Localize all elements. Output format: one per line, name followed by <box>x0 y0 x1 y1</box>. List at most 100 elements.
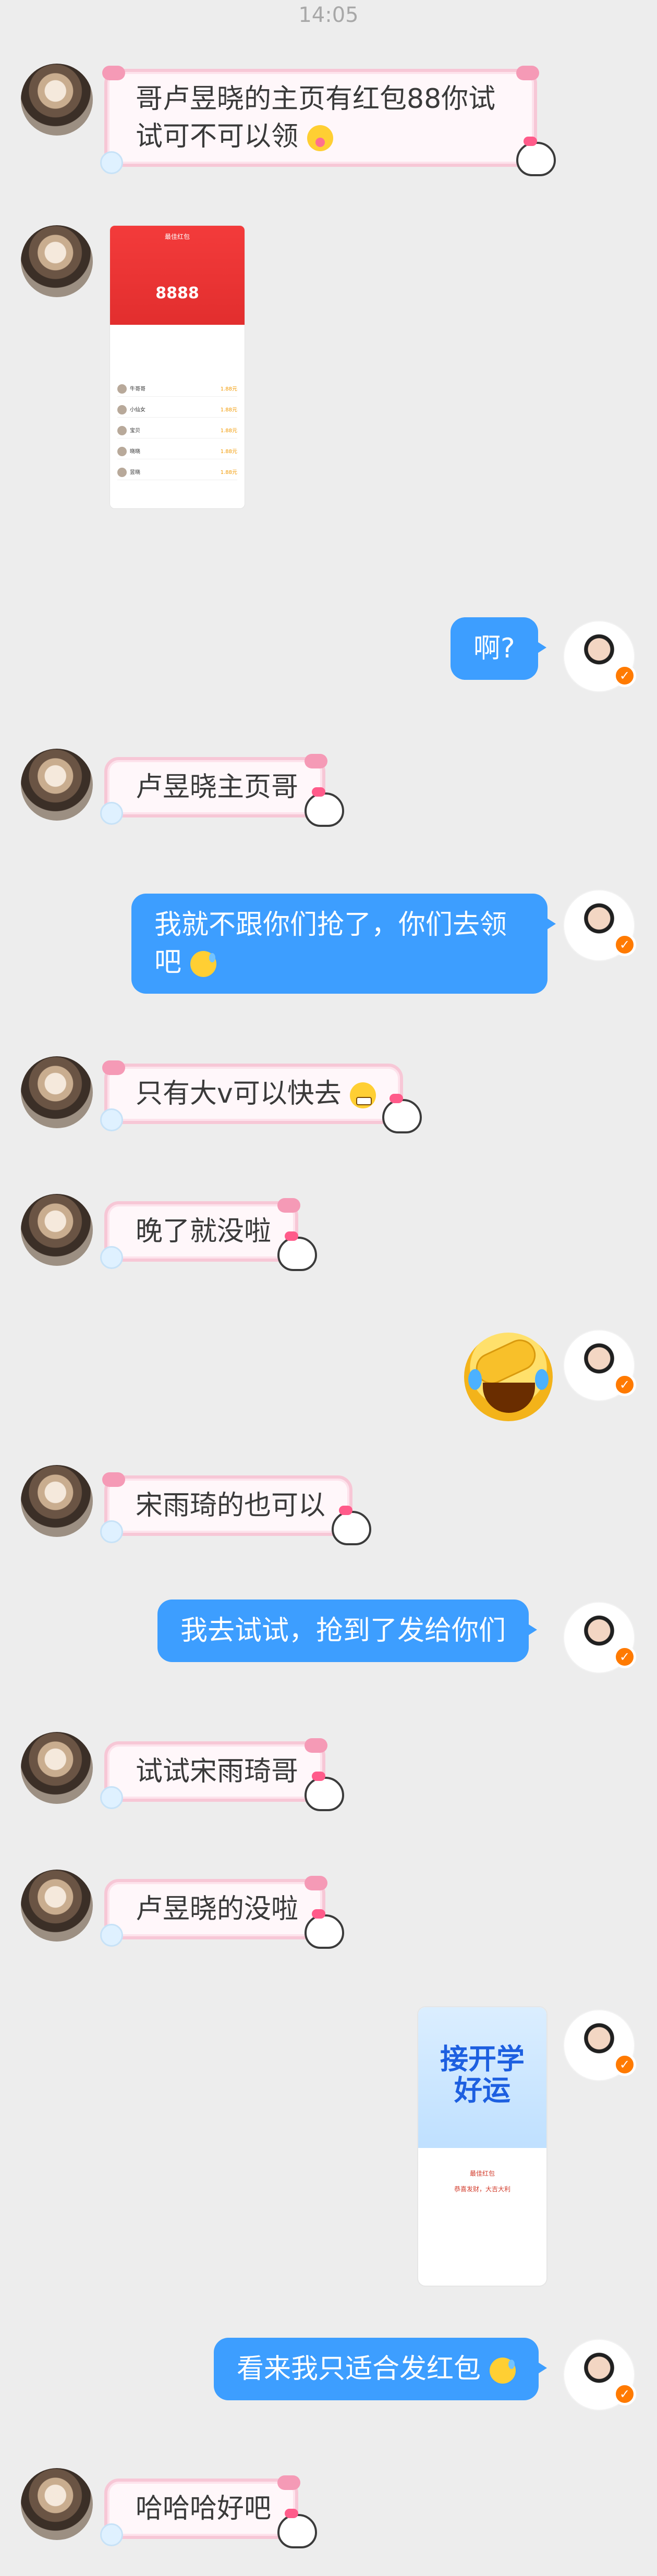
her-avatar[interactable] <box>21 1465 93 1537</box>
her-avatar[interactable] <box>21 2468 93 2540</box>
kitty-icon <box>277 2509 318 2548</box>
sticker-decor-icon <box>100 1246 123 1269</box>
red-amount: 8888 <box>155 284 199 302</box>
avatar <box>117 405 127 414</box>
avatar <box>117 384 127 394</box>
her-avatar[interactable] <box>21 1056 93 1128</box>
message-bubble-her[interactable]: 哈哈哈好吧 <box>100 2475 318 2548</box>
kitty-icon <box>305 1909 345 1949</box>
message-text: 看来我只适合发红包 <box>237 2353 481 2385</box>
message-bubble-her[interactable]: 试试宋雨琦哥 <box>100 1738 345 1811</box>
tear-icon <box>535 1369 549 1390</box>
message-text: 我去试试，抢到了发给你们 <box>180 1615 506 1646</box>
verified-badge-icon: ✓ <box>613 664 636 687</box>
list-item-amount: 1.88元 <box>220 386 237 392</box>
image-line: 最佳红包 <box>469 2170 495 2177</box>
message-bubble-me[interactable]: 啊? <box>451 617 546 680</box>
image-title-line1: 接开学 <box>440 2043 525 2076</box>
kitty-icon <box>332 1506 372 1545</box>
her-avatar[interactable] <box>21 1870 93 1942</box>
message-bubble-her[interactable]: 宋雨琦的也可以 <box>100 1472 372 1545</box>
status-time: 14:05 <box>298 3 359 27</box>
kitty-icon <box>382 1094 422 1133</box>
list-item: 小仙女 1.88元 <box>117 403 237 418</box>
bow-icon <box>102 66 125 80</box>
sticker-decor-icon <box>100 1108 123 1131</box>
message-text: 晚了就没啦 <box>136 1216 272 1247</box>
image-header: 最佳红包 <box>164 233 190 240</box>
sticker-decor-icon <box>100 1520 123 1543</box>
verified-badge-icon: ✓ <box>613 2053 636 2076</box>
kitty-icon <box>305 787 345 827</box>
bow-icon <box>305 1738 328 1753</box>
list-item-name: 晓晓 <box>130 449 140 455</box>
list-item-name: 昱晓 <box>130 470 140 475</box>
image-title: 接开学 好运 <box>418 2044 546 2106</box>
bow-icon <box>277 2475 301 2490</box>
message-bubble-me[interactable]: 我就不跟你们抢了，你们去领吧 <box>131 894 556 994</box>
bow-icon <box>102 1472 125 1487</box>
her-avatar[interactable] <box>21 225 93 297</box>
sweat-icon <box>489 2358 516 2384</box>
her-avatar[interactable] <box>21 1194 93 1266</box>
list-item-name: 宝贝 <box>130 428 140 434</box>
sticker-decor-icon <box>100 802 123 825</box>
message-text: 哈哈哈好吧 <box>136 2493 272 2524</box>
message-bubble-her[interactable]: 晚了就没啦 <box>100 1198 318 1271</box>
avatar <box>117 426 127 435</box>
message-text: 卢昱晓主页哥 <box>136 772 299 803</box>
kitty-icon <box>516 137 556 176</box>
chat-screen: 14:05 哥卢昱晓的主页有红包88你试试可不可以领 最佳红包 8888 牛哥哥… <box>0 0 657 2576</box>
tear-icon <box>468 1369 482 1390</box>
message-bubble-her[interactable]: 哥卢昱晓的主页有红包88你试试可不可以领 <box>100 66 556 176</box>
message-text: 卢昱晓的没啦 <box>136 1894 299 1925</box>
message-text: 只有大v可以快去 <box>136 1078 342 1109</box>
avatar <box>117 447 127 456</box>
grimace-icon <box>350 1082 376 1108</box>
avatar <box>117 468 127 477</box>
bow-icon <box>305 754 328 768</box>
message-text: 试试宋雨琦哥 <box>136 1756 299 1787</box>
sweat-icon <box>190 951 216 977</box>
kitty-icon <box>305 1772 345 1811</box>
list-item-amount: 1.88元 <box>220 449 237 455</box>
mouth-icon <box>483 1383 535 1413</box>
her-avatar[interactable] <box>21 64 93 136</box>
her-avatar[interactable] <box>21 1732 93 1804</box>
sticker-decor-icon <box>100 1786 123 1809</box>
pout-icon <box>307 125 333 151</box>
bow-icon <box>516 66 539 80</box>
verified-badge-icon: ✓ <box>613 2383 636 2406</box>
laugh-cry-icon[interactable] <box>464 1333 553 1421</box>
list-item: 昱晓 1.88元 <box>117 466 237 480</box>
sticker-decor-icon <box>100 151 123 174</box>
bow-icon <box>305 1876 328 1890</box>
list-item-name: 牛哥哥 <box>130 386 145 392</box>
verified-badge-icon: ✓ <box>613 1645 636 1668</box>
message-bubble-me[interactable]: 看来我只适合发红包 <box>214 2338 547 2400</box>
message-bubble-her[interactable]: 卢昱晓的没啦 <box>100 1876 345 1949</box>
message-text: 宋雨琦的也可以 <box>136 1490 326 1521</box>
list-item: 晓晓 1.88元 <box>117 445 237 459</box>
verified-badge-icon: ✓ <box>613 1373 636 1396</box>
her-avatar[interactable] <box>21 749 93 821</box>
message-bubble-me[interactable]: 我去试试，抢到了发给你们 <box>157 1600 538 1662</box>
list-item-name: 小仙女 <box>130 407 145 413</box>
list-item-amount: 1.88元 <box>220 407 237 413</box>
image-message[interactable]: 最佳红包 8888 牛哥哥 1.88元 小仙女 1.88元 宝贝 1.88元 晓… <box>110 225 245 509</box>
image-title-line2: 好运 <box>454 2074 510 2107</box>
image-line: 恭喜发财，大吉大利 <box>454 2186 510 2193</box>
message-bubble-her[interactable]: 只有大v可以快去 <box>100 1060 422 1133</box>
message-text: 啊? <box>473 633 515 664</box>
kitty-icon <box>277 1231 318 1271</box>
list-item-amount: 1.88元 <box>220 470 237 475</box>
list-item: 宝贝 1.88元 <box>117 424 237 438</box>
bow-icon <box>102 1060 125 1075</box>
sticker-decor-icon <box>100 2523 123 2546</box>
list-item: 牛哥哥 1.88元 <box>117 382 237 397</box>
image-message[interactable]: 接开学 好运 最佳红包 恭喜发财，大吉大利 <box>417 2006 548 2287</box>
message-bubble-her[interactable]: 卢昱晓主页哥 <box>100 754 345 827</box>
bow-icon <box>277 1198 301 1213</box>
sticker-decor-icon <box>100 1924 123 1947</box>
list-item-amount: 1.88元 <box>220 428 237 434</box>
